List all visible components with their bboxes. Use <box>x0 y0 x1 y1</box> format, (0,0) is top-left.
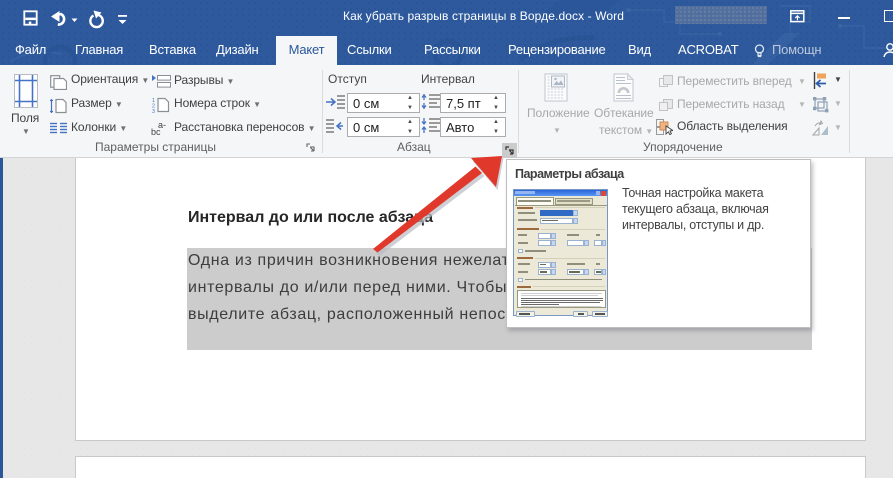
svg-text:bc: bc <box>151 127 161 136</box>
svg-text:3: 3 <box>152 109 155 113</box>
